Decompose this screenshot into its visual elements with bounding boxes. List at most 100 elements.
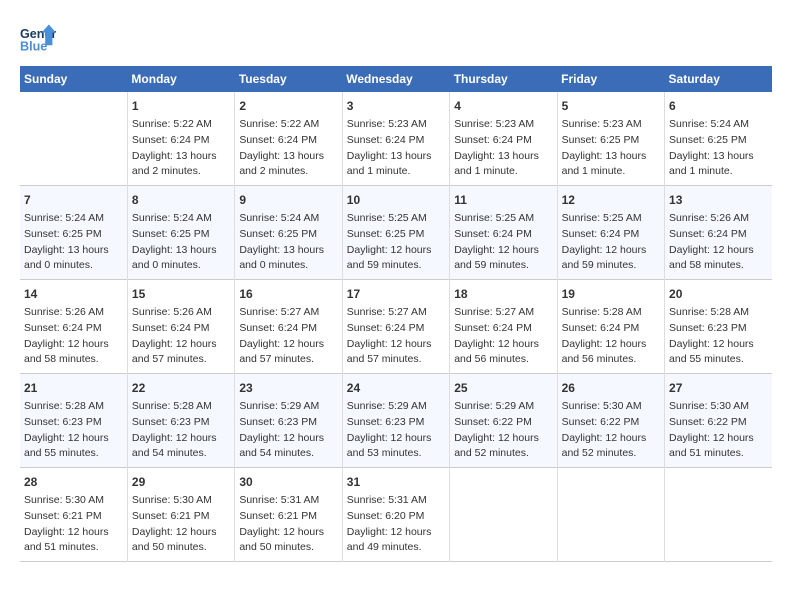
day-number: 4 (454, 97, 552, 115)
calendar-cell: 17 Sunrise: 5:27 AM Sunset: 6:24 PM Dayli… (342, 280, 449, 374)
cell-info: Sunrise: 5:28 AM Sunset: 6:24 PM Dayligh… (562, 305, 660, 368)
calendar-cell: 12Sunrise: 5:25 AM Sunset: 6:24 PM Dayli… (557, 186, 664, 280)
cell-info: Sunrise: 5:24 AM Sunset: 6:25 PM Dayligh… (239, 211, 337, 274)
calendar-cell (665, 468, 772, 562)
calendar-cell: 21Sunrise: 5:28 AM Sunset: 6:23 PM Dayli… (20, 374, 127, 468)
calendar-cell: 25 Sunrise: 5:29 AM Sunset: 6:22 PM Dayli… (450, 374, 557, 468)
week-row-3: 14 Sunrise: 5:26 AM Sunset: 6:24 PM Dayli… (20, 280, 772, 374)
cell-info: Sunrise: 5:27 AM Sunset: 6:24 PM Dayligh… (239, 305, 337, 368)
calendar-cell (20, 92, 127, 186)
cell-info: Sunrise: 5:29 AM Sunset: 6:23 PM Dayligh… (347, 399, 445, 462)
calendar-cell: 5Sunrise: 5:23 AM Sunset: 6:25 PM Daylig… (557, 92, 664, 186)
page-header: General Blue (20, 20, 772, 56)
day-number: 19 (562, 285, 660, 303)
day-number: 30 (239, 473, 337, 491)
cell-info: Sunrise: 5:23 AM Sunset: 6:24 PM Dayligh… (454, 117, 552, 180)
calendar-cell (557, 468, 664, 562)
calendar-cell: 18Sunrise: 5:27 AM Sunset: 6:24 PM Dayli… (450, 280, 557, 374)
cell-info: Sunrise: 5:31 AM Sunset: 6:20 PM Dayligh… (347, 493, 445, 556)
col-header-saturday: Saturday (665, 66, 772, 92)
day-number: 28 (24, 473, 123, 491)
col-header-sunday: Sunday (20, 66, 127, 92)
day-number: 11 (454, 191, 552, 209)
week-row-5: 28 Sunrise: 5:30 AM Sunset: 6:21 PM Dayli… (20, 468, 772, 562)
cell-info: Sunrise: 5:28 AM Sunset: 6:23 PM Dayligh… (669, 305, 768, 368)
cell-info: Sunrise: 5:28 AM Sunset: 6:23 PM Dayligh… (132, 399, 230, 462)
day-number: 8 (132, 191, 230, 209)
calendar-cell: 15 Sunrise: 5:26 AM Sunset: 6:24 PM Dayli… (127, 280, 234, 374)
calendar-cell: 24 Sunrise: 5:29 AM Sunset: 6:23 PM Dayli… (342, 374, 449, 468)
day-number: 17 (347, 285, 445, 303)
cell-info: Sunrise: 5:23 AM Sunset: 6:25 PM Dayligh… (562, 117, 660, 180)
calendar-cell: 19 Sunrise: 5:28 AM Sunset: 6:24 PM Dayli… (557, 280, 664, 374)
day-number: 10 (347, 191, 445, 209)
calendar-header: SundayMondayTuesdayWednesdayThursdayFrid… (20, 66, 772, 92)
cell-info: Sunrise: 5:27 AM Sunset: 6:24 PM Dayligh… (347, 305, 445, 368)
col-header-monday: Monday (127, 66, 234, 92)
cell-info: Sunrise: 5:30 AM Sunset: 6:22 PM Dayligh… (669, 399, 768, 462)
calendar-cell: 29 Sunrise: 5:30 AM Sunset: 6:21 PM Dayli… (127, 468, 234, 562)
day-number: 12 (562, 191, 660, 209)
calendar-body: 1 Sunrise: 5:22 AM Sunset: 6:24 PM Daylig… (20, 92, 772, 562)
cell-info: Sunrise: 5:30 AM Sunset: 6:21 PM Dayligh… (24, 493, 123, 556)
week-row-1: 1 Sunrise: 5:22 AM Sunset: 6:24 PM Daylig… (20, 92, 772, 186)
day-number: 9 (239, 191, 337, 209)
week-row-4: 21 Sunrise: 5:28 AM Sunset: 6:23 PM Dayli… (20, 374, 772, 468)
calendar-cell: 31Sunrise: 5:31 AM Sunset: 6:20 PM Dayli… (342, 468, 449, 562)
calendar-cell: 11 Sunrise: 5:25 AM Sunset: 6:24 PM Dayli… (450, 186, 557, 280)
day-number: 16 (239, 285, 337, 303)
day-number: 21 (24, 379, 123, 397)
calendar-cell: 26Sunrise: 5:30 AM Sunset: 6:22 PM Dayli… (557, 374, 664, 468)
calendar-cell: 8 Sunrise: 5:24 AM Sunset: 6:25 PM Daylig… (127, 186, 234, 280)
calendar-cell: 22 Sunrise: 5:28 AM Sunset: 6:23 PM Dayli… (127, 374, 234, 468)
day-number: 2 (239, 97, 337, 115)
cell-info: Sunrise: 5:24 AM Sunset: 6:25 PM Dayligh… (24, 211, 123, 274)
day-number: 15 (132, 285, 230, 303)
day-number: 7 (24, 191, 123, 209)
day-number: 20 (669, 285, 768, 303)
logo: General Blue (20, 20, 60, 56)
calendar-cell: 30 Sunrise: 5:31 AM Sunset: 6:21 PM Dayli… (235, 468, 342, 562)
calendar-cell: 3Sunrise: 5:23 AM Sunset: 6:24 PM Daylig… (342, 92, 449, 186)
calendar-cell: 14 Sunrise: 5:26 AM Sunset: 6:24 PM Dayli… (20, 280, 127, 374)
calendar-cell: 16 Sunrise: 5:27 AM Sunset: 6:24 PM Dayli… (235, 280, 342, 374)
col-header-wednesday: Wednesday (342, 66, 449, 92)
cell-info: Sunrise: 5:29 AM Sunset: 6:22 PM Dayligh… (454, 399, 552, 462)
cell-info: Sunrise: 5:30 AM Sunset: 6:21 PM Dayligh… (132, 493, 230, 556)
cell-info: Sunrise: 5:26 AM Sunset: 6:24 PM Dayligh… (24, 305, 123, 368)
col-header-tuesday: Tuesday (235, 66, 342, 92)
calendar-cell: 1 Sunrise: 5:22 AM Sunset: 6:24 PM Daylig… (127, 92, 234, 186)
cell-info: Sunrise: 5:22 AM Sunset: 6:24 PM Dayligh… (239, 117, 337, 180)
cell-info: Sunrise: 5:30 AM Sunset: 6:22 PM Dayligh… (562, 399, 660, 462)
col-header-friday: Friday (557, 66, 664, 92)
calendar-cell: 23Sunrise: 5:29 AM Sunset: 6:23 PM Dayli… (235, 374, 342, 468)
day-number: 1 (132, 97, 230, 115)
day-number: 29 (132, 473, 230, 491)
cell-info: Sunrise: 5:25 AM Sunset: 6:25 PM Dayligh… (347, 211, 445, 274)
calendar-cell: 6Sunrise: 5:24 AM Sunset: 6:25 PM Daylig… (665, 92, 772, 186)
cell-info: Sunrise: 5:27 AM Sunset: 6:24 PM Dayligh… (454, 305, 552, 368)
day-number: 27 (669, 379, 768, 397)
day-number: 22 (132, 379, 230, 397)
calendar-cell: 27 Sunrise: 5:30 AM Sunset: 6:22 PM Dayli… (665, 374, 772, 468)
calendar-cell: 20 Sunrise: 5:28 AM Sunset: 6:23 PM Dayli… (665, 280, 772, 374)
calendar-cell: 4 Sunrise: 5:23 AM Sunset: 6:24 PM Daylig… (450, 92, 557, 186)
cell-info: Sunrise: 5:26 AM Sunset: 6:24 PM Dayligh… (669, 211, 768, 274)
cell-info: Sunrise: 5:31 AM Sunset: 6:21 PM Dayligh… (239, 493, 337, 556)
calendar-cell: 2 Sunrise: 5:22 AM Sunset: 6:24 PM Daylig… (235, 92, 342, 186)
day-number: 13 (669, 191, 768, 209)
cell-info: Sunrise: 5:25 AM Sunset: 6:24 PM Dayligh… (454, 211, 552, 274)
col-header-thursday: Thursday (450, 66, 557, 92)
day-number: 25 (454, 379, 552, 397)
calendar-cell (450, 468, 557, 562)
calendar-cell: 28 Sunrise: 5:30 AM Sunset: 6:21 PM Dayli… (20, 468, 127, 562)
week-row-2: 7 Sunrise: 5:24 AM Sunset: 6:25 PM Daylig… (20, 186, 772, 280)
day-number: 14 (24, 285, 123, 303)
cell-info: Sunrise: 5:24 AM Sunset: 6:25 PM Dayligh… (669, 117, 768, 180)
calendar-cell: 13 Sunrise: 5:26 AM Sunset: 6:24 PM Dayli… (665, 186, 772, 280)
cell-info: Sunrise: 5:24 AM Sunset: 6:25 PM Dayligh… (132, 211, 230, 274)
day-number: 24 (347, 379, 445, 397)
cell-info: Sunrise: 5:22 AM Sunset: 6:24 PM Dayligh… (132, 117, 230, 180)
day-number: 23 (239, 379, 337, 397)
cell-info: Sunrise: 5:26 AM Sunset: 6:24 PM Dayligh… (132, 305, 230, 368)
